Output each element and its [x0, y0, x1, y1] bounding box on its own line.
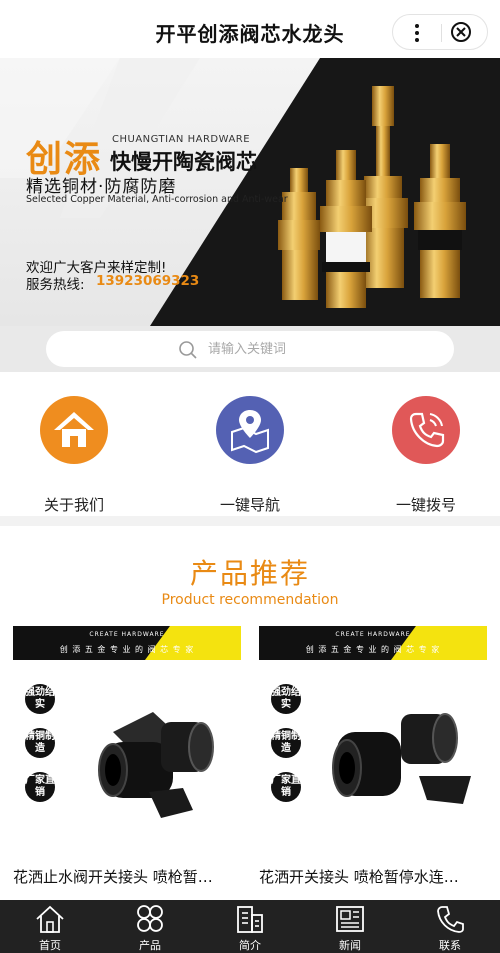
product-banner-cn: 创 添 五 金 专 业 的 阀 芯 专 家	[59, 645, 195, 654]
bottom-tab-bar: 首页 产品 简介 新闻 联系	[0, 900, 500, 953]
quick-link-label: 关于我们	[43, 496, 104, 514]
products-section-subtitle: Product recommendation	[161, 592, 339, 608]
tab-label: 简介	[239, 939, 261, 952]
search-input[interactable]	[208, 339, 408, 359]
product-banner-cn: 创 添 五 金 专 业 的 阀 芯 专 家	[305, 645, 441, 654]
product-image: CREATE HARDWARE 创 添 五 金 专 业 的 阀 芯 专 家 强劲…	[259, 626, 487, 852]
product-banner: CREATE HARDWARE 创 添 五 金 专 业 的 阀 芯 专 家	[259, 626, 487, 660]
valve-cartridges-image	[278, 86, 466, 308]
home-icon	[36, 905, 64, 933]
tab-label: 新闻	[339, 939, 361, 952]
quick-link-call[interactable]: 一键拨号	[366, 396, 486, 514]
product-tag: 厂家直销	[271, 772, 301, 802]
more-dot-icon	[415, 31, 419, 35]
product-tag: 精铜制造	[271, 728, 301, 758]
banner-hotline-number: 13923069323	[96, 273, 200, 289]
section-divider	[0, 516, 500, 526]
tab-about[interactable]: 简介	[200, 900, 300, 953]
grid-icon	[137, 905, 163, 932]
tab-label: 首页	[39, 939, 61, 952]
mini-program-capsule	[392, 14, 488, 50]
product-name: 花洒止水阀开关接头 喷枪暂…	[13, 868, 213, 886]
valve-connector-image	[98, 712, 214, 818]
top-bar: 开平创添阀芯水龙头	[0, 0, 500, 58]
tab-label: 联系	[439, 939, 461, 952]
product-tag: 精铜制造	[25, 728, 55, 758]
close-button[interactable]	[442, 15, 488, 49]
tab-products[interactable]: 产品	[100, 900, 200, 953]
more-dot-icon	[415, 38, 419, 42]
map-pin-icon	[216, 396, 284, 464]
newspaper-icon	[336, 906, 364, 932]
more-menu-button[interactable]	[393, 15, 441, 49]
product-tag: 厂家直销	[25, 772, 55, 802]
tab-home[interactable]: 首页	[0, 900, 100, 953]
phone-icon	[392, 396, 460, 464]
tab-label: 产品	[139, 939, 161, 952]
hero-banner[interactable]: 创添 CHUANGTIAN HARDWARE 快慢开陶瓷阀芯 精选铜材·防腐防磨…	[0, 58, 500, 326]
banner-subtitle-en: Selected Copper Material, Anti-corrosion…	[26, 194, 288, 205]
tab-news[interactable]: 新闻	[300, 900, 400, 953]
product-banner-en: CREATE HARDWARE	[89, 631, 165, 638]
product-name: 花洒开关接头 喷枪暂停水连…	[259, 868, 459, 886]
home-icon	[40, 396, 108, 464]
banner-brand-en: CHUANGTIAN HARDWARE	[112, 134, 251, 145]
product-image: CREATE HARDWARE 创 添 五 金 专 业 的 阀 芯 专 家 强劲…	[13, 626, 241, 852]
search-box[interactable]	[46, 331, 454, 367]
quick-link-label: 一键导航	[219, 496, 280, 514]
quick-link-navigate[interactable]: 一键导航	[190, 396, 310, 514]
tab-contact[interactable]: 联系	[400, 900, 500, 953]
product-tag: 强劲结实	[25, 684, 55, 714]
search-area	[0, 326, 500, 372]
quick-links: 关于我们 一键导航 一键拨号	[0, 372, 500, 516]
product-card[interactable]: CREATE HARDWARE 创 添 五 金 专 业 的 阀 芯 专 家 强劲…	[259, 626, 487, 900]
building-icon	[237, 906, 263, 933]
product-banner-en: CREATE HARDWARE	[335, 631, 411, 638]
search-icon	[179, 341, 197, 359]
product-banner: CREATE HARDWARE 创 添 五 金 专 业 的 阀 芯 专 家	[13, 626, 241, 660]
more-dot-icon	[415, 24, 419, 28]
products-section-title: 产品推荐	[189, 557, 310, 590]
product-card[interactable]: CREATE HARDWARE 创 添 五 金 专 业 的 阀 芯 专 家 强劲…	[13, 626, 241, 900]
quick-link-label: 一键拨号	[395, 496, 456, 514]
banner-hotline-label: 服务热线:	[26, 277, 85, 293]
close-circle-icon	[451, 22, 471, 42]
product-tag: 强劲结实	[271, 684, 301, 714]
quick-link-about[interactable]: 关于我们	[14, 396, 134, 514]
phone-icon	[437, 906, 464, 933]
valve-connector-image	[332, 713, 471, 804]
